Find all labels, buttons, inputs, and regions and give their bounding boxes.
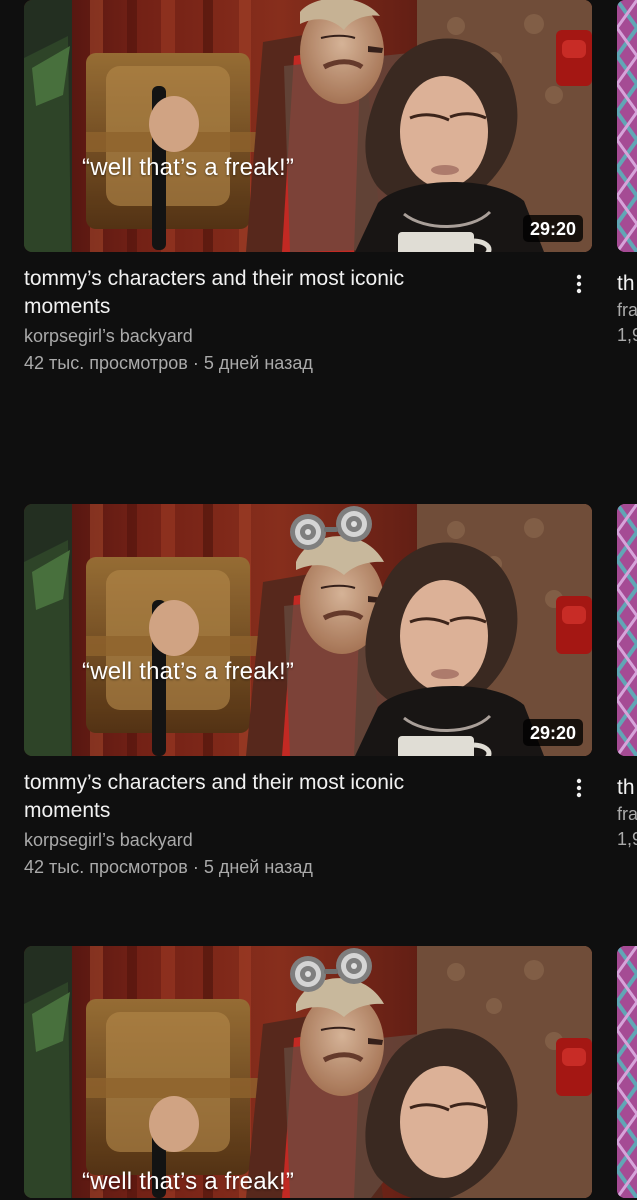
next-video-title[interactable]: th bbox=[617, 270, 637, 298]
thumbnail-image bbox=[24, 946, 592, 1198]
next-video-thumbnail[interactable] bbox=[617, 504, 637, 756]
duration-badge: 29:20 bbox=[522, 215, 583, 242]
next-video-stats: 1,9 bbox=[617, 829, 637, 849]
next-video-thumbnail[interactable] bbox=[617, 0, 637, 252]
next-thumbnail-image bbox=[617, 504, 637, 756]
next-video-title[interactable]: th bbox=[617, 774, 637, 802]
more-vert-icon bbox=[576, 274, 582, 294]
upload-age: 5 дней назад bbox=[203, 353, 313, 373]
video-thumbnail[interactable]: “well that’s a freak!” 29:20 bbox=[24, 0, 592, 252]
more-vert-icon bbox=[576, 778, 582, 798]
video-title[interactable]: tommy’s characters and their most iconic… bbox=[24, 769, 494, 825]
video-thumbnail[interactable]: “well that’s a freak!” bbox=[24, 946, 592, 1198]
thumbnail-image bbox=[24, 0, 592, 252]
thumbnail-caption: “well that’s a freak!” bbox=[82, 154, 295, 181]
thumbnail-caption: “well that’s a freak!” bbox=[82, 1168, 295, 1195]
meta-separator: · bbox=[192, 353, 199, 373]
thumbnail-caption: “well that’s a freak!” bbox=[82, 658, 295, 685]
view-count: 42 тыс. просмотров bbox=[24, 857, 188, 877]
duration-badge: 29:20 bbox=[522, 719, 583, 746]
next-video-details: th fra 1,9 bbox=[617, 774, 637, 852]
video-stats: 42 тыс. просмотров · 5 дней назад bbox=[24, 854, 564, 881]
next-thumbnail-image bbox=[617, 946, 637, 1198]
video-stats: 42 тыс. просмотров · 5 дней назад bbox=[24, 350, 564, 377]
view-count: 42 тыс. просмотров bbox=[24, 353, 188, 373]
next-video-thumbnail[interactable] bbox=[617, 946, 637, 1198]
video-feed: “well that’s a freak!” 29:20 tommy’s cha… bbox=[0, 0, 637, 1200]
next-thumbnail-image bbox=[617, 0, 637, 252]
video-details: tommy’s characters and their most iconic… bbox=[24, 265, 564, 377]
channel-name[interactable]: korpsegirl’s backyard bbox=[24, 323, 564, 350]
thumbnail-image bbox=[24, 504, 592, 756]
next-video-stats: 1,9 bbox=[617, 325, 637, 345]
upload-age: 5 дней назад bbox=[203, 857, 313, 877]
next-channel-name[interactable]: fra bbox=[617, 802, 637, 827]
meta-separator: · bbox=[192, 857, 199, 877]
video-menu-button[interactable] bbox=[567, 774, 591, 802]
next-channel-name[interactable]: fra bbox=[617, 298, 637, 323]
video-menu-button[interactable] bbox=[567, 270, 591, 298]
channel-name[interactable]: korpsegirl’s backyard bbox=[24, 827, 564, 854]
video-title[interactable]: tommy’s characters and their most iconic… bbox=[24, 265, 494, 321]
next-video-details: th fra 1,9 bbox=[617, 270, 637, 348]
video-details: tommy’s characters and their most iconic… bbox=[24, 769, 564, 881]
video-thumbnail[interactable]: “well that’s a freak!” 29:20 bbox=[24, 504, 592, 756]
